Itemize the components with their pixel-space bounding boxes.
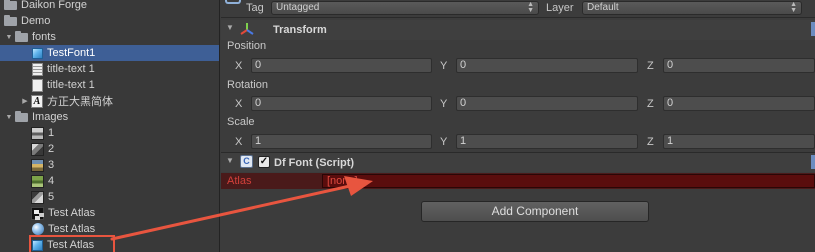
dropdown-arrows-icon: ▲ ▼ [527, 1, 534, 14]
settings-gear-icon[interactable] [811, 22, 815, 36]
project-panel: Daikon Forge Demo ▼ fonts TestFont1 titl… [0, 0, 220, 252]
atlas-label: Atlas [227, 175, 252, 187]
project-item-label: TestFont1 [47, 47, 96, 59]
tag-dropdown[interactable]: Untagged ▲ ▼ [271, 1, 539, 15]
prefab-cube-icon [32, 47, 43, 59]
atlas-row: Atlas [none] [221, 173, 815, 189]
project-item-fonts[interactable]: ▼ fonts [0, 29, 219, 45]
project-item-image-4[interactable]: 4 [0, 173, 219, 189]
expanded-triangle-icon[interactable]: ▼ [4, 112, 14, 122]
rotation-label: Rotation [227, 79, 268, 91]
position-y-axis-label: Y [440, 60, 448, 72]
tag-label: Tag [246, 2, 264, 14]
rotation-z-field[interactable]: 0 [663, 96, 815, 111]
rotation-x-axis-label: X [235, 98, 243, 110]
project-item-image-5[interactable]: 5 [0, 189, 219, 205]
project-item-images[interactable]: ▼ Images [0, 109, 219, 125]
layer-dropdown[interactable]: Default ▲ ▼ [582, 1, 802, 15]
prefab-cube-icon [32, 239, 43, 251]
project-item-test-atlas-prefab[interactable]: Test Atlas [0, 237, 219, 252]
project-item-label: 5 [48, 191, 55, 203]
foldout-triangle-icon[interactable]: ▼ [226, 23, 234, 32]
font-asset-icon: A [31, 94, 43, 108]
folder-icon [4, 14, 17, 26]
transform-title: Transform [273, 24, 327, 36]
blank-document-icon [32, 78, 43, 92]
folder-icon [4, 0, 17, 10]
component-enabled-checkbox[interactable]: ✓ [258, 156, 270, 168]
material-sphere-icon [32, 223, 44, 235]
df-font-title: Df Font (Script) [274, 157, 355, 169]
transform-header[interactable]: ▼ Transform [221, 20, 815, 40]
project-item-image-3[interactable]: 3 [0, 157, 219, 173]
add-component-button[interactable]: Add Component [421, 201, 649, 222]
inspector-panel: Tag Untagged ▲ ▼ Layer Default ▲ ▼ ▼ Trans… [221, 0, 815, 252]
settings-gear-icon[interactable] [811, 155, 815, 169]
project-item-label: Images [32, 111, 69, 123]
project-item-title-text-1[interactable]: title-text 1 [0, 61, 219, 77]
atlas-texture-icon [31, 206, 44, 220]
project-item-label: 3 [48, 159, 55, 171]
project-item-label: 方正大黑简体 [47, 96, 113, 108]
image-thumbnail-icon [31, 126, 44, 140]
scale-z-field[interactable]: 1 [663, 134, 815, 149]
tag-dropdown-value: Untagged [276, 2, 320, 13]
collapsed-triangle-icon[interactable]: ▶ [20, 96, 30, 106]
scale-x-axis-label: X [235, 136, 243, 148]
position-z-field[interactable]: 0 [663, 58, 815, 73]
position-y-field[interactable]: 0 [456, 58, 638, 73]
project-item-label: title-text 1 [47, 79, 95, 91]
project-item-label: 1 [48, 127, 55, 139]
project-item-label: Test Atlas [48, 223, 96, 235]
project-item-font-file[interactable]: ▶ A 方正大黑简体 [0, 93, 219, 109]
expanded-triangle-icon[interactable]: ▼ [4, 32, 14, 42]
project-item-label: fonts [32, 31, 56, 43]
image-thumbnail-icon [31, 142, 44, 156]
transform-axes-icon [240, 23, 254, 35]
project-item-demo[interactable]: Demo [0, 13, 219, 29]
project-item-testfont1[interactable]: TestFont1 [0, 45, 219, 61]
script-icon: C [240, 155, 253, 168]
scale-z-axis-label: Z [647, 136, 654, 148]
image-thumbnail-icon [31, 158, 44, 172]
rotation-z-axis-label: Z [647, 98, 654, 110]
folder-icon [15, 30, 28, 42]
dropdown-arrows-icon: ▲ ▼ [790, 1, 797, 14]
atlas-object-field[interactable]: [none] [322, 174, 815, 188]
rotation-y-axis-label: Y [440, 98, 448, 110]
scale-y-axis-label: Y [440, 136, 448, 148]
rotation-x-field[interactable]: 0 [251, 96, 432, 111]
scale-y-field[interactable]: 1 [456, 134, 638, 149]
project-item-label: Test Atlas [48, 207, 96, 219]
scale-label: Scale [227, 116, 255, 128]
image-thumbnail-icon [31, 174, 44, 188]
position-label: Position [227, 40, 267, 52]
divider [221, 17, 815, 18]
layer-label: Layer [546, 2, 574, 14]
foldout-triangle-icon[interactable]: ▼ [226, 156, 234, 165]
position-x-axis-label: X [235, 60, 243, 72]
image-thumbnail-icon [31, 190, 44, 204]
project-item-label: Demo [21, 15, 51, 27]
project-item-image-2[interactable]: 2 [0, 141, 219, 157]
project-item-image-1[interactable]: 1 [0, 125, 219, 141]
position-x-field[interactable]: 0 [251, 58, 432, 73]
df-font-header[interactable]: ▼ C ✓ Df Font (Script) [221, 153, 815, 172]
project-item-label: 2 [48, 143, 55, 155]
folder-icon [15, 110, 28, 122]
gameobject-icon [225, 0, 241, 4]
position-z-axis-label: Z [647, 60, 654, 72]
project-item-test-atlas-texture[interactable]: Test Atlas [0, 205, 219, 221]
project-item-label: 4 [48, 175, 55, 187]
rotation-y-field[interactable]: 0 [456, 96, 638, 111]
project-item-label: title-text 1 [47, 63, 95, 75]
text-asset-icon [32, 62, 43, 76]
project-item-label: Daikon Forge [21, 0, 88, 11]
scale-x-field[interactable]: 1 [251, 134, 432, 149]
project-item-test-atlas-material[interactable]: Test Atlas [0, 221, 219, 237]
layer-dropdown-value: Default [587, 2, 619, 13]
project-item-title-text-1-b[interactable]: title-text 1 [0, 77, 219, 93]
project-item-daikon-forge[interactable]: Daikon Forge [0, 0, 219, 13]
project-item-label: Test Atlas [47, 239, 95, 251]
